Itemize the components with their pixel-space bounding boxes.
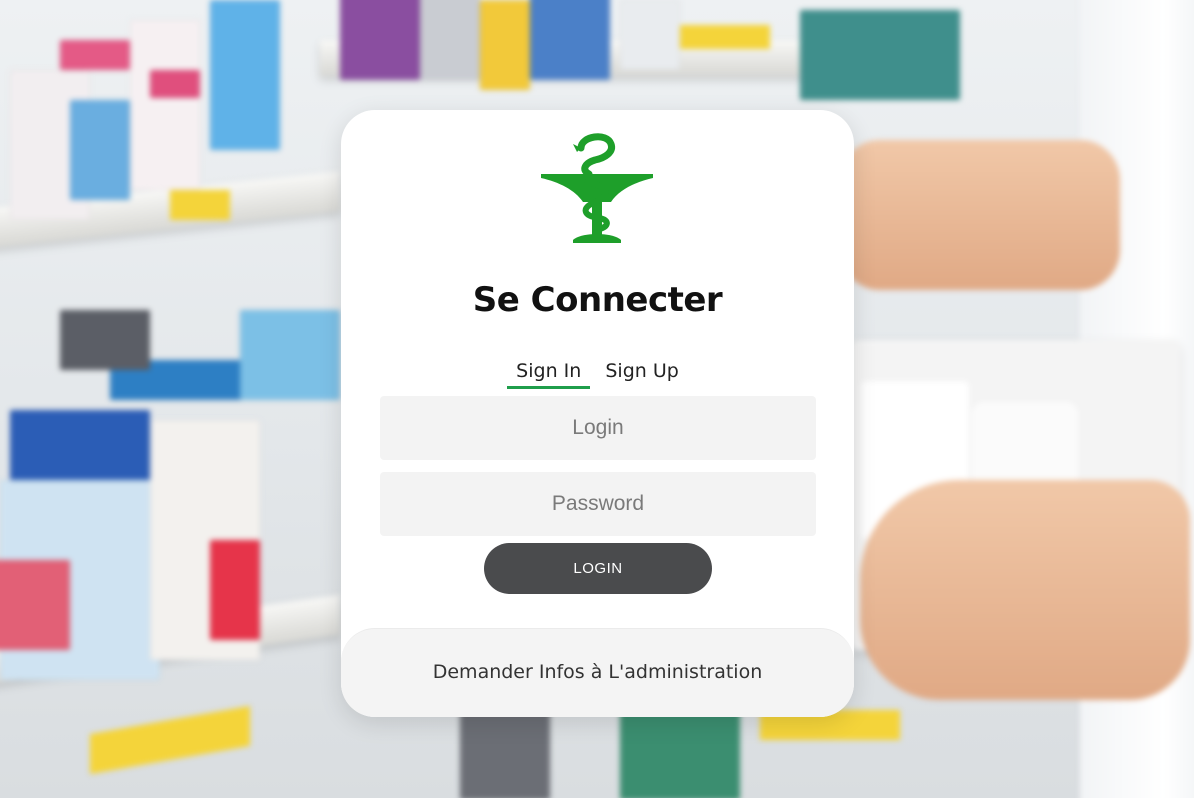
page-title: Se Connecter: [472, 280, 723, 320]
login-input[interactable]: [380, 396, 816, 460]
tab-sign-in[interactable]: Sign In: [507, 360, 591, 389]
tab-sign-up[interactable]: Sign Up: [596, 360, 687, 386]
request-admin-info-link[interactable]: Demander Infos à L'administration: [341, 628, 854, 717]
pharmacy-caduceus-icon: [541, 133, 653, 243]
login-button[interactable]: LOGIN: [484, 543, 712, 594]
auth-tabs: Sign In Sign Up: [341, 360, 854, 389]
password-input[interactable]: [380, 472, 816, 536]
login-card: Se Connecter Sign In Sign Up LOGIN Deman…: [341, 110, 854, 717]
